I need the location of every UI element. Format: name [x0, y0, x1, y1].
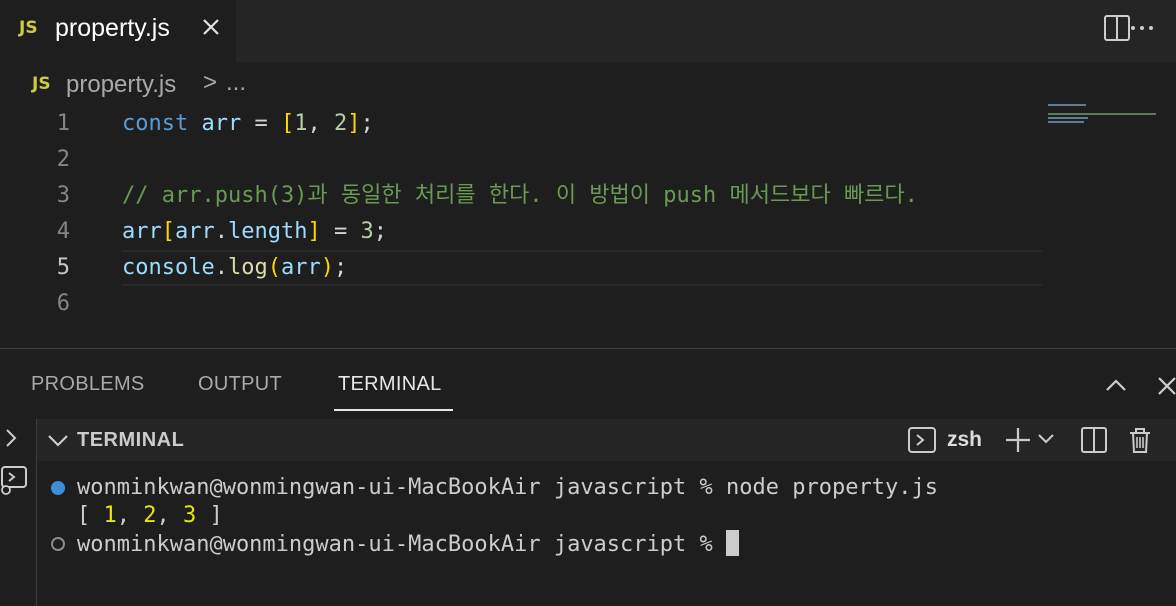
chevron-down-icon[interactable] [43, 425, 73, 455]
output-bracket: ] [196, 503, 223, 528]
chevron-down-icon[interactable] [1035, 427, 1057, 449]
minimap-line [1048, 113, 1156, 115]
close-panel-icon[interactable] [1152, 371, 1176, 401]
terminal-instance-icon[interactable] [0, 464, 28, 498]
terminal-line: wonminkwan@wonmingwan-ui-MacBookAir java… [77, 474, 938, 502]
minimap[interactable] [1048, 104, 1158, 134]
editor-tab-bar: JS property.js [0, 0, 1176, 62]
output-number: 2 [143, 503, 157, 528]
trash-icon[interactable] [1125, 425, 1155, 455]
token-variable: arr [175, 219, 215, 244]
token-punct: . [214, 219, 228, 244]
code-line[interactable]: 4 arr[arr.length] = 3; [0, 214, 1176, 250]
panel-side-strip [0, 418, 36, 606]
line-number: 4 [56, 219, 70, 244]
more-actions-icon[interactable] [1127, 13, 1157, 43]
token-bracket: [ [280, 111, 295, 136]
js-file-icon: JS [19, 18, 38, 38]
token-keyword: const [122, 111, 189, 136]
token-number: 2 [333, 111, 348, 136]
minimap-line [1048, 117, 1088, 119]
token-punct: ; [360, 111, 374, 136]
minimap-line [1048, 121, 1084, 123]
command-status-dot[interactable] [51, 481, 65, 495]
plus-icon[interactable] [1003, 425, 1033, 455]
breadcrumb-separator: > [203, 69, 218, 96]
output-punct: , [156, 503, 183, 528]
token-punct: . [214, 255, 228, 280]
token-bracket: ] [347, 111, 361, 136]
breadcrumb-file[interactable]: property.js [66, 71, 176, 99]
token-variable: arr [280, 255, 321, 280]
token-bracket: ) [320, 255, 334, 280]
output-bracket: [ [77, 503, 104, 528]
token-variable: arr [122, 219, 162, 244]
terminal-prompt: wonminkwan@wonmingwan-ui-MacBookAir java… [77, 475, 727, 500]
terminal-section-title: TERMINAL [77, 429, 185, 451]
terminal-line: [ 1, 2, 3 ] [77, 502, 223, 530]
bottom-panel: PROBLEMS OUTPUT TERMINAL TERMINAL zsh wo… [0, 348, 1176, 606]
line-number: 5 [56, 255, 70, 280]
terminal-section: TERMINAL zsh wonminkwan@wonmingwan-ui-Ma… [36, 419, 1176, 606]
terminal-header: TERMINAL zsh [37, 419, 1176, 461]
tab-terminal[interactable]: TERMINAL [338, 373, 442, 396]
line-number: 2 [56, 147, 70, 172]
terminal-cursor [726, 530, 740, 556]
tab-output[interactable]: OUTPUT [198, 373, 282, 396]
close-icon[interactable] [198, 14, 224, 40]
token-bracket: ] [307, 219, 321, 244]
code-line[interactable]: 2 [0, 142, 1176, 178]
line-number: 3 [56, 183, 70, 208]
minimap-line [1048, 104, 1086, 106]
token-punct: ; [373, 219, 387, 244]
output-punct: , [116, 503, 144, 528]
maximize-panel-icon[interactable] [1101, 371, 1131, 401]
token-comment: // arr.push(3)과 동일한 처리를 한다. 이 방법이 push 메… [122, 183, 918, 208]
token-number: 3 [360, 219, 374, 244]
breadcrumb: JS property.js > ... [0, 62, 1176, 106]
code-line-current[interactable]: 5 console.log(arr); [0, 250, 1176, 286]
shell-name[interactable]: zsh [947, 428, 982, 452]
token-function: log [227, 255, 268, 280]
code-line[interactable]: 6 [0, 286, 1176, 322]
token-variable: arr [201, 111, 242, 136]
tab-property-js[interactable]: JS property.js [0, 0, 236, 62]
token-punct: ; [333, 255, 348, 280]
token-operator: = [320, 219, 361, 244]
code-line[interactable]: 3 // arr.push(3)과 동일한 처리를 한다. 이 방법이 push… [0, 178, 1176, 214]
tab-title: property.js [55, 14, 170, 42]
output-number: 3 [183, 503, 197, 528]
tab-problems[interactable]: PROBLEMS [31, 373, 145, 396]
command-status-dot[interactable] [51, 537, 65, 551]
breadcrumb-more[interactable]: ... [226, 69, 246, 97]
terminal-prompt: wonminkwan@wonmingwan-ui-MacBookAir java… [77, 532, 727, 557]
token-bracket: [ [161, 219, 175, 244]
js-file-icon: JS [32, 74, 51, 94]
active-tab-indicator [334, 409, 453, 411]
chevron-right-icon[interactable] [2, 424, 22, 452]
code-line[interactable]: 1 const arr = [1, 2]; [0, 106, 1176, 142]
terminal-line: wonminkwan@wonmingwan-ui-MacBookAir java… [77, 530, 740, 559]
terminal-command: node property.js [726, 475, 938, 500]
token-operator: = [241, 111, 281, 136]
token-bracket: ( [267, 255, 281, 280]
split-terminal-icon[interactable] [1079, 425, 1109, 455]
token-variable: console [122, 255, 215, 280]
code-editor[interactable]: 1 const arr = [1, 2]; 2 3 // arr.push(3)… [0, 106, 1176, 348]
output-number: 1 [103, 503, 117, 528]
token-punct: , [307, 111, 334, 136]
line-number: 1 [56, 111, 70, 136]
token-property: length [228, 219, 308, 244]
terminal-shell-icon[interactable] [907, 425, 937, 455]
line-number: 6 [56, 291, 70, 316]
token-number: 1 [294, 111, 308, 136]
